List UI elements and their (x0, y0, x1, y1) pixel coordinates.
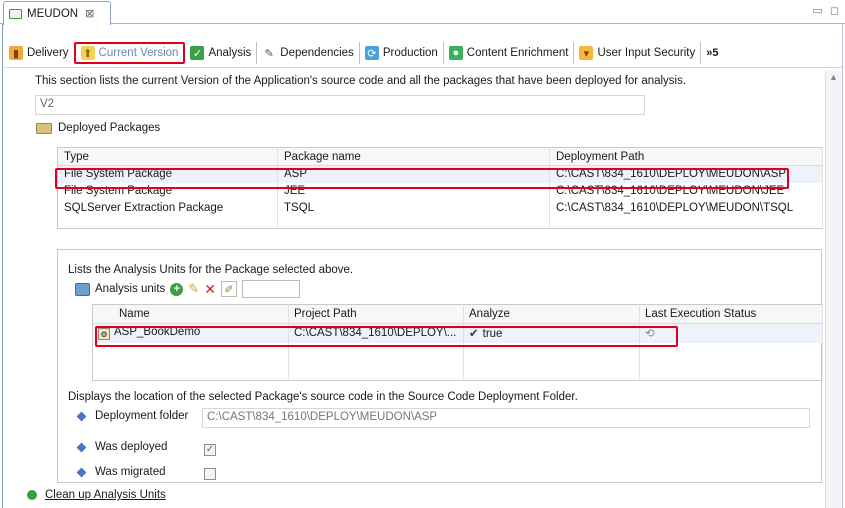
was-migrated-checkbox[interactable] (204, 468, 216, 480)
truck-icon: ▮ (9, 46, 23, 60)
analysis-units-description: Lists the Analysis Units for the Package… (68, 264, 354, 276)
cleanup-icon (27, 490, 37, 500)
folder-icon (36, 122, 52, 134)
was-migrated-label: Was migrated (95, 466, 166, 478)
tab-label: Delivery (27, 47, 69, 59)
cleanup-row: Clean up Analysis Units (27, 489, 166, 501)
scroll-up-icon[interactable]: ▲ (829, 72, 838, 82)
table-row-empty (92, 361, 823, 381)
column-last-execution-status[interactable]: Last Execution Status (639, 304, 823, 324)
was-deployed-checkbox-wrap: ✓ (204, 443, 216, 456)
deployment-folder-row: Deployment folder (76, 410, 189, 422)
frame-right (842, 24, 843, 508)
was-deployed-label: Was deployed (95, 441, 168, 453)
column-package-name[interactable]: Package name (277, 147, 550, 166)
dependencies-icon: ✎ (264, 47, 274, 60)
production-icon: ⟳ (364, 46, 379, 60)
tab-dependencies[interactable]: ✎ Dependencies (256, 42, 359, 64)
column-type[interactable]: Type (57, 147, 278, 166)
content-enrichment-icon: ● (448, 46, 463, 60)
analysis-units-label: Analysis units (95, 283, 166, 295)
table-row[interactable]: SQLServer Extraction Package TSQL C:\CAS… (57, 199, 823, 217)
edit-icon[interactable]: ✎ (188, 281, 199, 297)
intro-text: This section lists the current Version o… (35, 75, 687, 87)
was-deployed-row: Was deployed (76, 441, 168, 453)
analysis-units-toolbar: Analysis units + ✎ ✕ ✐ (75, 280, 300, 298)
tab-content-enrichment[interactable]: ● Content Enrichment (442, 42, 574, 64)
cleanup-analysis-units-link[interactable]: Clean up Analysis Units (45, 489, 166, 501)
cell-package-name: TSQL (277, 199, 550, 217)
tab-overflow-button[interactable]: »5 (700, 42, 723, 64)
was-migrated-checkbox-wrap (204, 468, 216, 483)
tab-analysis[interactable]: ✓ Analysis (185, 42, 256, 64)
table-row-empty (57, 216, 823, 229)
window-controls[interactable]: ▭ ◻ (812, 4, 841, 17)
editor-tab-meudon[interactable]: MEUDON ⊠ (3, 1, 111, 25)
wand-icon[interactable]: ✐ (220, 281, 237, 297)
table-header-row: Name Project Path Analyze Last Execution… (92, 304, 823, 324)
was-migrated-row: Was migrated (76, 466, 166, 478)
overflow-label: »5 (706, 47, 719, 59)
tab-user-input-security[interactable]: ▾ User Input Security (573, 42, 700, 64)
add-icon[interactable]: + (170, 282, 184, 296)
sub-tab-bar: ▮ Delivery ⬆ Current Version ✓ Analysis … (4, 39, 842, 67)
location-description: Displays the location of the selected Pa… (68, 391, 578, 403)
tab-production[interactable]: ⟳ Production (358, 42, 443, 64)
highlight-selected-analysis-unit (95, 326, 678, 347)
book-icon (75, 282, 90, 296)
security-icon: ▾ (579, 46, 594, 60)
column-name[interactable]: Name (92, 304, 289, 324)
frame-left (2, 24, 3, 508)
deployment-folder-label: Deployment folder (95, 410, 189, 422)
tab-divider (4, 67, 842, 68)
property-diamond-icon (76, 411, 87, 421)
cell-deployment-path: C:\CAST\834_1610\DEPLOY\MEUDON\TSQL (549, 199, 823, 217)
property-diamond-icon (76, 442, 87, 452)
deployment-folder-field[interactable]: C:\CAST\834_1610\DEPLOY\MEUDON\ASP (202, 408, 810, 428)
close-icon[interactable]: ⊠ (85, 7, 94, 20)
column-project-path[interactable]: Project Path (288, 304, 464, 324)
tab-label: Dependencies (280, 47, 354, 59)
tab-label: Production (382, 47, 438, 59)
filter-input[interactable] (241, 280, 300, 298)
editor-tab-bar (0, 0, 845, 24)
table-header-row: Type Package name Deployment Path (57, 147, 823, 166)
highlight-selected-package (55, 168, 789, 189)
deployed-packages-title: Deployed Packages (58, 122, 161, 134)
tab-label: User Input Security (597, 47, 696, 59)
tab-label: Analysis (208, 47, 252, 59)
property-diamond-icon (76, 467, 87, 477)
was-deployed-checkbox[interactable]: ✓ (204, 443, 216, 456)
tab-delivery[interactable]: ▮ Delivery (4, 42, 74, 64)
deployed-packages-header: Deployed Packages (36, 122, 160, 134)
version-field[interactable]: V2 (35, 95, 645, 115)
analysis-icon: ✓ (190, 46, 205, 60)
vertical-scrollbar[interactable]: ▲ (825, 70, 841, 508)
tab-current-version[interactable]: ⬆ Current Version (73, 42, 186, 64)
tab-label: Content Enrichment (466, 47, 569, 59)
column-deployment-path[interactable]: Deployment Path (549, 147, 823, 166)
tab-label: Current Version (98, 47, 179, 59)
cell-type: SQLServer Extraction Package (57, 199, 278, 217)
editor-icon (9, 8, 22, 19)
editor-tab-title: MEUDON (27, 7, 79, 20)
version-icon: ⬆ (80, 46, 95, 60)
column-analyze[interactable]: Analyze (463, 304, 640, 324)
delete-icon[interactable]: ✕ (204, 281, 216, 298)
